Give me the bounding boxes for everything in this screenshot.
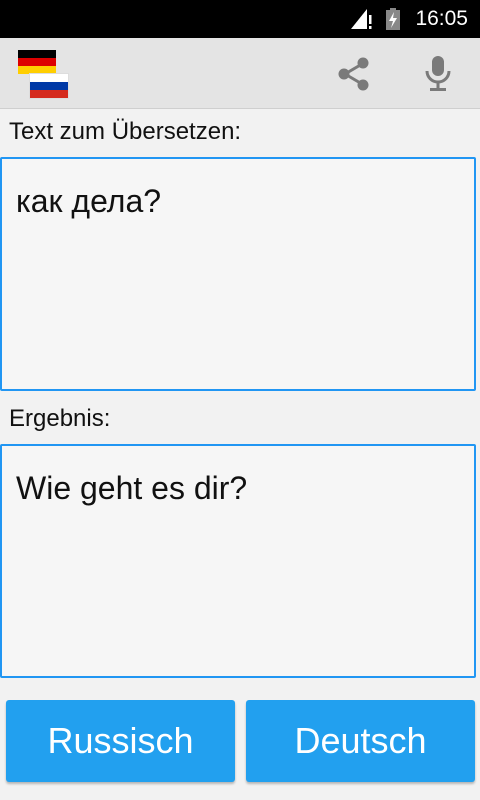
result-text-value: Wie geht es dir? (16, 470, 248, 506)
source-text-value: как дела? (16, 183, 162, 219)
result-label: Ergebnis: (9, 405, 111, 432)
german-flag-icon[interactable] (18, 50, 56, 74)
app-bar (0, 38, 480, 109)
share-icon[interactable] (336, 56, 372, 92)
source-text-label: Text zum Übersetzen: (9, 118, 242, 145)
battery-charging-icon (386, 8, 400, 30)
result-text-field[interactable]: Wie geht es dir? (0, 444, 476, 678)
clock: 16:05 (415, 7, 468, 30)
translate-to-german-button[interactable]: Deutsch (246, 700, 475, 782)
status-bar: 16:05 (0, 0, 480, 38)
signal-icon (351, 9, 372, 29)
russian-flag-icon[interactable] (30, 74, 68, 98)
microphone-icon[interactable] (424, 54, 452, 94)
source-text-input[interactable]: как дела? (0, 157, 476, 391)
translate-from-russian-button[interactable]: Russisch (6, 700, 235, 782)
